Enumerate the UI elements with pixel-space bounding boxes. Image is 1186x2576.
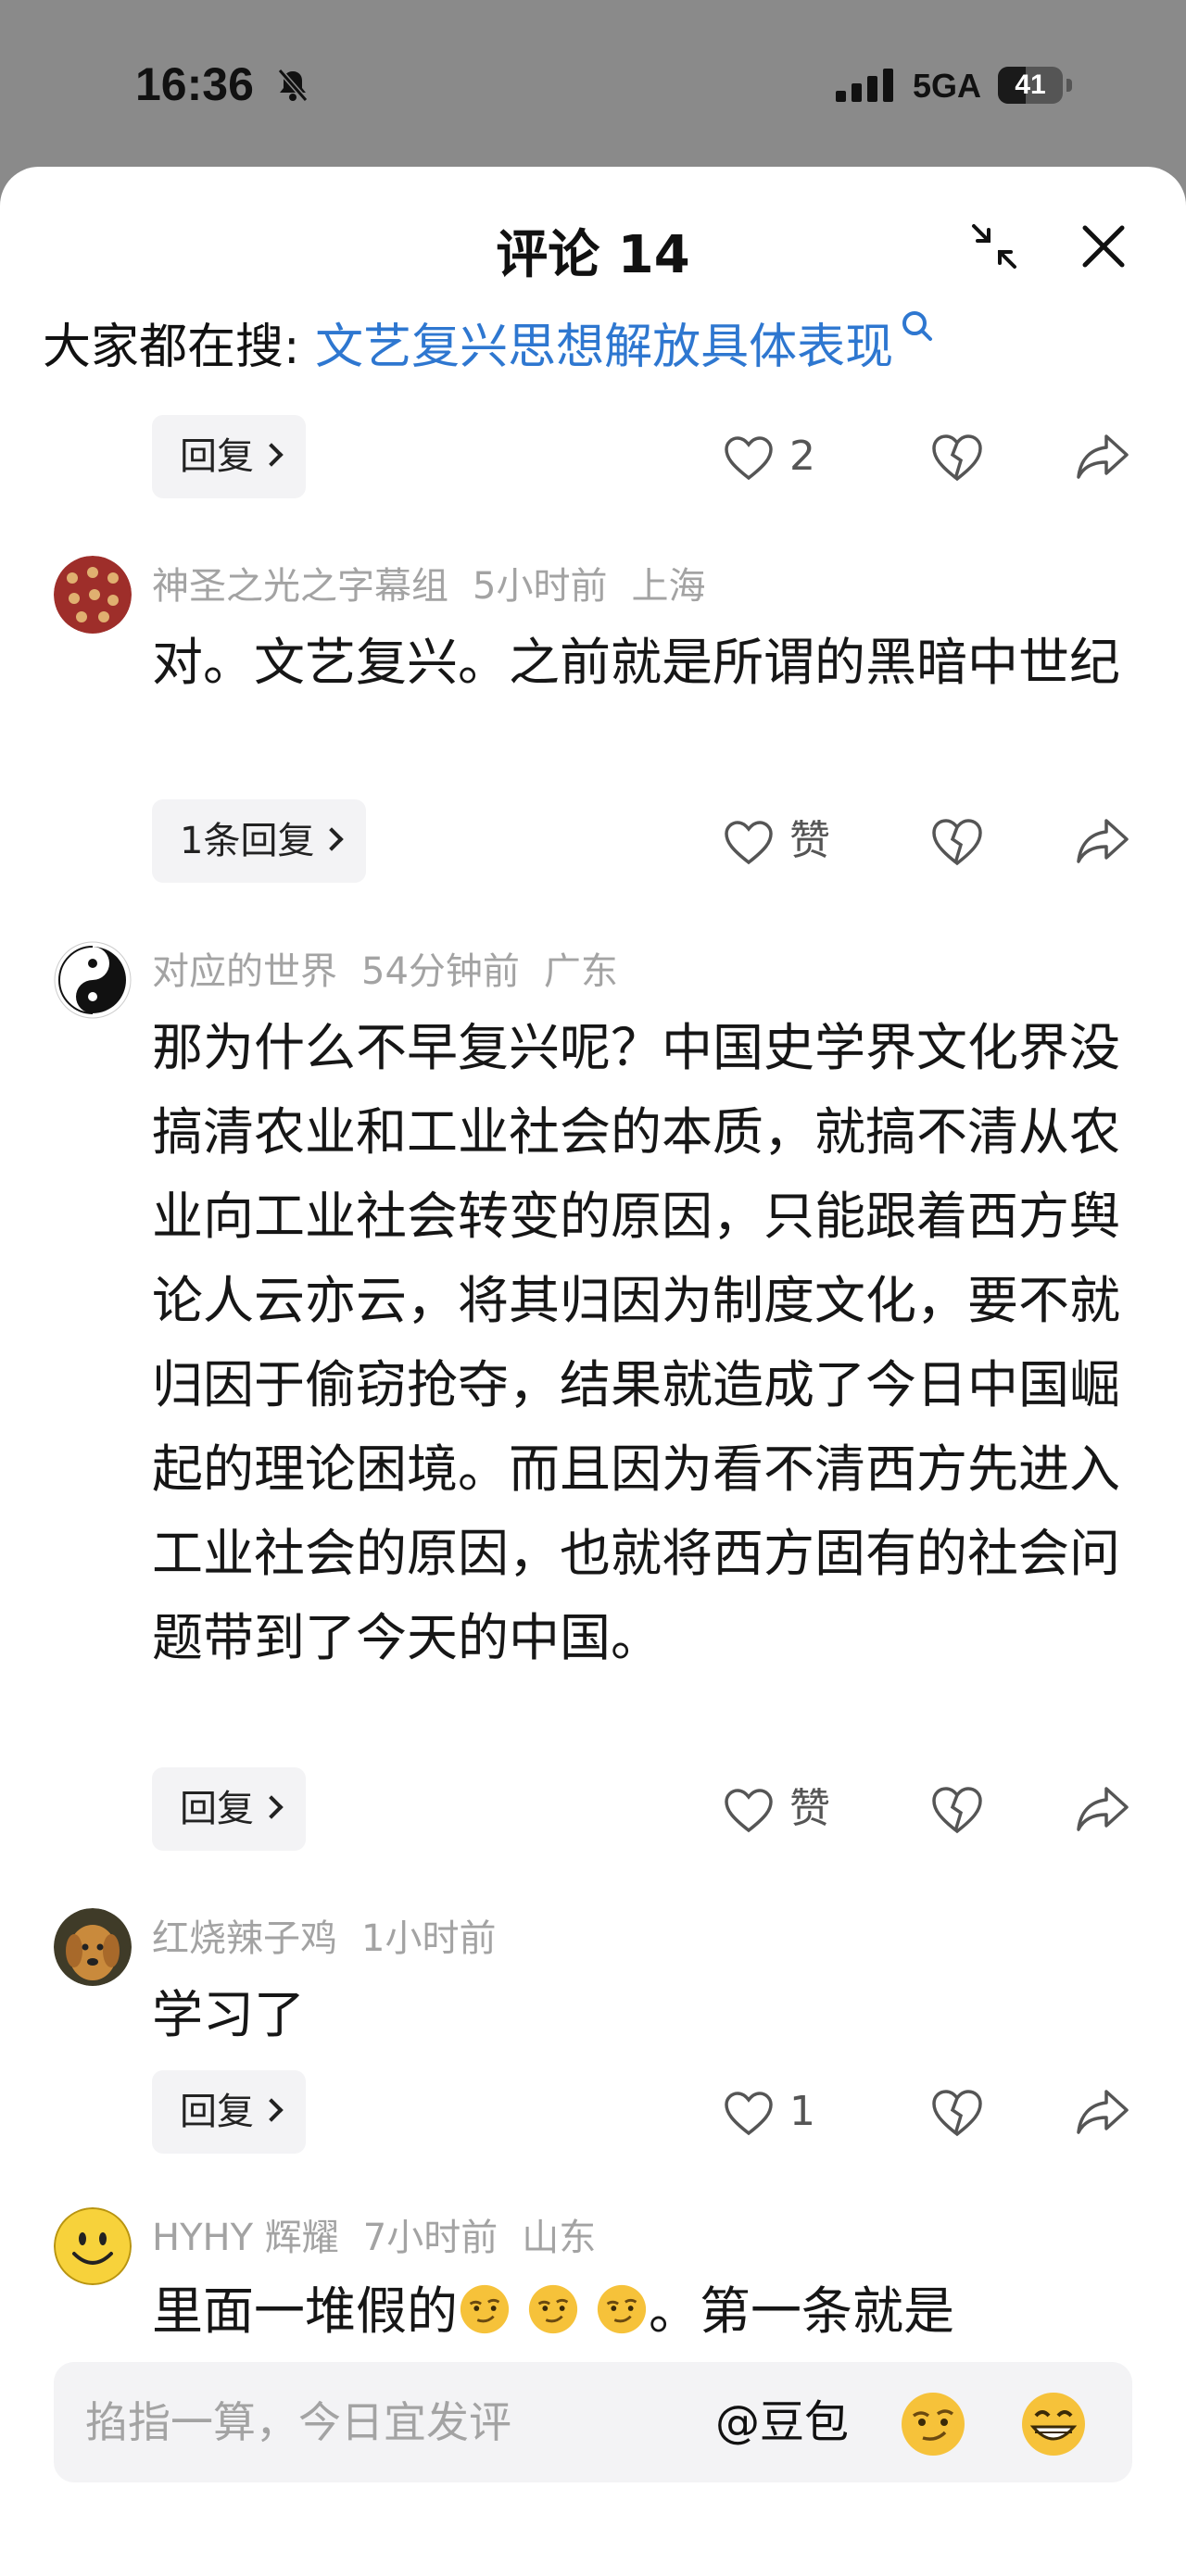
avatar[interactable] — [54, 556, 132, 634]
comment-text: 学习了 — [152, 1985, 306, 2044]
comments-sheet: 评论 14 大家都在搜: 文艺复兴思想解放具体表现 回复 2 神圣之光之字幕组 5… — [0, 167, 1186, 2576]
comment-location: 上海 — [631, 565, 706, 608]
heart-outline-icon — [725, 821, 773, 865]
comment-meta: 红烧辣子鸡 1小时前 — [152, 1908, 544, 1962]
trending-search: 大家都在搜: 文艺复兴思想解放具体表现 — [43, 308, 938, 377]
comment-meta: HYHY 辉耀 7小时前 山东 — [152, 2207, 620, 2261]
close-icon[interactable] — [1078, 220, 1129, 272]
like-button[interactable]: 赞 — [723, 1767, 830, 1851]
username[interactable]: HYHY 辉耀 — [152, 2217, 339, 2259]
broken-heart-icon[interactable] — [929, 1781, 985, 1837]
trending-search-link[interactable]: 文艺复兴思想解放具体表现 — [315, 320, 893, 375]
comment-text: 里面一堆假的 。第一条就是 — [152, 2281, 955, 2341]
smirk-emoji — [460, 2284, 510, 2334]
avatar[interactable] — [54, 2207, 132, 2285]
battery-level: 41 — [1015, 69, 1046, 100]
heart-outline-icon — [725, 2092, 773, 2136]
status-time: 16:36 — [135, 58, 254, 110]
bell-slash-icon — [277, 69, 309, 102]
like-button[interactable]: 2 — [723, 415, 815, 498]
status-bar: 16:36 5GA 41 — [0, 0, 1186, 167]
avatar[interactable] — [54, 1908, 132, 1986]
broken-heart-icon[interactable] — [929, 429, 985, 484]
smirk-emoji-button[interactable] — [899, 2390, 967, 2458]
share-arrow-icon[interactable] — [1075, 429, 1130, 484]
comment-time: 1小时前 — [361, 1917, 497, 1960]
sheet-title: 评论 14 — [496, 225, 690, 285]
network-type: 5GA — [913, 67, 982, 105]
heart-outline-icon — [725, 1789, 773, 1833]
comment-time: 54分钟前 — [361, 950, 520, 993]
broken-heart-icon[interactable] — [929, 813, 985, 869]
comment-location: 山东 — [522, 2217, 597, 2259]
smirk-emoji — [597, 2284, 647, 2334]
broken-heart-icon[interactable] — [929, 2084, 985, 2140]
comment-input-bar: @豆包 — [54, 2362, 1132, 2482]
reply-button[interactable]: 回复 — [152, 415, 306, 498]
comment-time: 7小时前 — [362, 2217, 498, 2259]
trending-search-prefix: 大家都在搜: — [43, 320, 316, 375]
reply-button[interactable]: 回复 — [152, 1767, 306, 1851]
collapse-arrows-icon[interactable] — [968, 220, 1020, 272]
comment-meta: 对应的世界 54分钟前 广东 — [152, 941, 642, 995]
grin-emoji-button[interactable] — [1019, 2390, 1088, 2458]
view-replies-button[interactable]: 1条回复 — [152, 799, 367, 883]
share-arrow-icon[interactable] — [1075, 2084, 1130, 2140]
comment-input[interactable] — [85, 2362, 697, 2482]
username[interactable]: 神圣之光之字幕组 — [152, 565, 448, 608]
heart-outline-icon — [725, 436, 773, 481]
avatar[interactable] — [54, 941, 132, 1019]
smirk-emoji — [528, 2284, 578, 2334]
like-button[interactable]: 赞 — [723, 799, 830, 883]
like-button[interactable]: 1 — [723, 2070, 815, 2154]
comment-text: 对。文艺复兴。之前就是所谓的黑暗中世纪 — [152, 633, 1121, 692]
reply-button[interactable]: 回复 — [152, 2070, 306, 2154]
comment-time: 5小时前 — [473, 565, 608, 608]
mention-doubao-button[interactable]: @豆包 — [715, 2362, 849, 2482]
username[interactable]: 红烧辣子鸡 — [152, 1917, 337, 1960]
comment-text: 那为什么不早复兴呢？中国史学界文化界没搞清农业和工业社会的本质，就搞不清从农业向… — [152, 1018, 1121, 1667]
comment-meta: 神圣之光之字幕组 5小时前 上海 — [152, 556, 729, 609]
share-arrow-icon[interactable] — [1075, 813, 1130, 869]
battery-icon: 41 — [998, 67, 1074, 104]
username[interactable]: 对应的世界 — [152, 950, 337, 993]
search-icon[interactable] — [899, 308, 938, 346]
comment-location: 广东 — [543, 950, 618, 993]
share-arrow-icon[interactable] — [1075, 1781, 1130, 1837]
cellular-signal-icon — [836, 69, 893, 102]
